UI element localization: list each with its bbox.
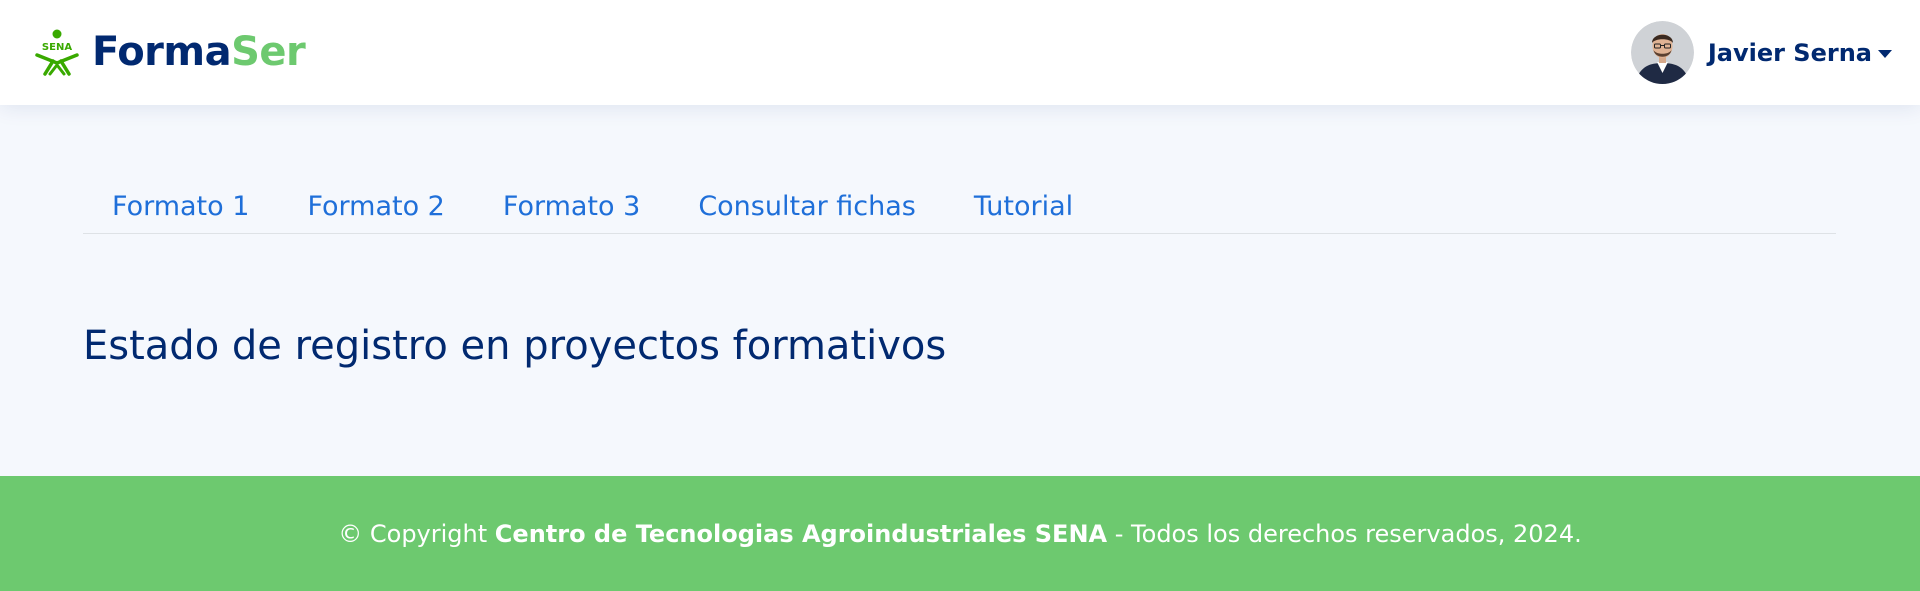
svg-text:SENA: SENA (42, 42, 72, 53)
brand-name-primary: Forma (92, 29, 232, 75)
tab-tutorial[interactable]: Tutorial (945, 180, 1102, 233)
format-tabs: Formato 1 Formato 2 Formato 3 Consultar … (83, 180, 1836, 234)
user-profile-dropdown[interactable]: Javier Serna (1630, 21, 1892, 84)
top-header: SENA FormaSer Javier Serna (0, 0, 1920, 105)
sena-logo-icon: SENA (35, 29, 79, 76)
user-avatar[interactable] (1630, 21, 1694, 84)
brand-name: FormaSer (92, 29, 306, 75)
copyright-prefix: © Copyright (338, 519, 488, 548)
tab-formato-3[interactable]: Formato 3 (474, 180, 669, 233)
caret-down-icon[interactable] (1878, 49, 1892, 58)
user-name[interactable]: Javier Serna (1708, 39, 1872, 67)
logo-link[interactable]: SENA FormaSer (34, 26, 306, 78)
tab-consultar-fichas[interactable]: Consultar fichas (669, 180, 945, 233)
copyright-text: © Copyright Centro de Tecnologias Agroin… (338, 520, 1581, 548)
copyright-organization: Centro de Tecnologias Agroindustriales S… (494, 519, 1108, 548)
page-title: Estado de registro en proyectos formativ… (83, 323, 947, 369)
copyright-suffix: - Todos los derechos reservados, 2024. (1114, 519, 1582, 548)
brand-name-accent: Ser (231, 29, 306, 75)
tab-formato-2[interactable]: Formato 2 (278, 180, 473, 233)
main-content: Formato 1 Formato 2 Formato 3 Consultar … (0, 105, 1920, 476)
tab-formato-1[interactable]: Formato 1 (83, 180, 278, 233)
footer: © Copyright Centro de Tecnologias Agroin… (0, 476, 1920, 591)
